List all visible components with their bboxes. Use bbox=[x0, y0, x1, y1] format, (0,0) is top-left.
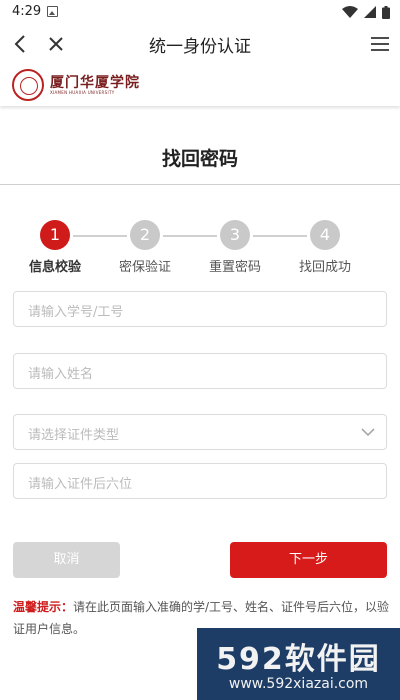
step-2-number: 2 bbox=[130, 220, 160, 250]
next-step-button[interactable]: 下一步 bbox=[230, 542, 387, 578]
certificate-type-select[interactable]: 请选择证件类型 bbox=[13, 414, 387, 450]
image-notification-icon bbox=[47, 6, 58, 17]
watermark-brand: 592软件园 bbox=[216, 642, 381, 677]
step-1-label: 信息校验 bbox=[28, 260, 81, 275]
divider bbox=[0, 184, 400, 185]
signal-icon bbox=[364, 6, 376, 18]
battery-icon bbox=[382, 5, 390, 19]
name-input[interactable]: 请输入姓名 bbox=[13, 353, 387, 389]
cancel-button[interactable]: 取消 bbox=[13, 542, 120, 578]
certificate-last-six-input[interactable]: 请输入证件后六位 bbox=[13, 463, 387, 499]
tip-label: 温馨提示： bbox=[13, 600, 74, 614]
step-3: 3 重置密码 bbox=[190, 220, 280, 275]
name-placeholder: 请输入姓名 bbox=[28, 367, 94, 382]
step-3-label: 重置密码 bbox=[208, 260, 261, 275]
step-4: 4 找回成功 bbox=[280, 220, 370, 275]
page-header-title: 统一身份认证 bbox=[149, 37, 251, 57]
wifi-icon bbox=[342, 6, 358, 18]
step-3-number: 3 bbox=[220, 220, 250, 250]
watermark: 592软件园 www.592xiazai.com bbox=[197, 628, 400, 700]
status-bar: 4:29 bbox=[0, 0, 400, 24]
step-4-label: 找回成功 bbox=[298, 260, 351, 275]
school-name-english: XIAMEN HUAXIA UNIVERSITY bbox=[50, 90, 115, 95]
step-2-label: 密保验证 bbox=[118, 260, 171, 275]
status-time: 4:29 bbox=[12, 4, 42, 19]
step-1-number: 1 bbox=[40, 220, 70, 250]
step-2: 2 密保验证 bbox=[100, 220, 190, 275]
chevron-down-icon bbox=[361, 428, 375, 437]
titlebar: 统一身份认证 bbox=[0, 24, 400, 64]
status-icons bbox=[342, 4, 390, 20]
menu-button[interactable] bbox=[368, 32, 392, 56]
certificate-type-placeholder: 请选择证件类型 bbox=[28, 428, 120, 443]
step-4-number: 4 bbox=[310, 220, 340, 250]
hamburger-menu-icon bbox=[371, 37, 389, 51]
student-id-input[interactable]: 请输入学号/工号 bbox=[13, 291, 387, 327]
school-logo-bar: 厦门华厦学院 XIAMEN HUAXIA UNIVERSITY bbox=[0, 64, 400, 106]
watermark-url: www.592xiazai.com bbox=[228, 676, 369, 692]
certificate-last-six-placeholder: 请输入证件后六位 bbox=[28, 477, 133, 492]
school-name-logo: 厦门华厦学院 bbox=[50, 75, 140, 91]
progress-steps: 1 信息校验 2 密保验证 3 重置密码 4 找回成功 bbox=[0, 220, 400, 280]
step-1: 1 信息校验 bbox=[10, 220, 100, 275]
school-seal-icon bbox=[12, 69, 44, 101]
student-id-placeholder: 请输入学号/工号 bbox=[28, 305, 124, 320]
page-title: 找回密码 bbox=[161, 148, 238, 170]
